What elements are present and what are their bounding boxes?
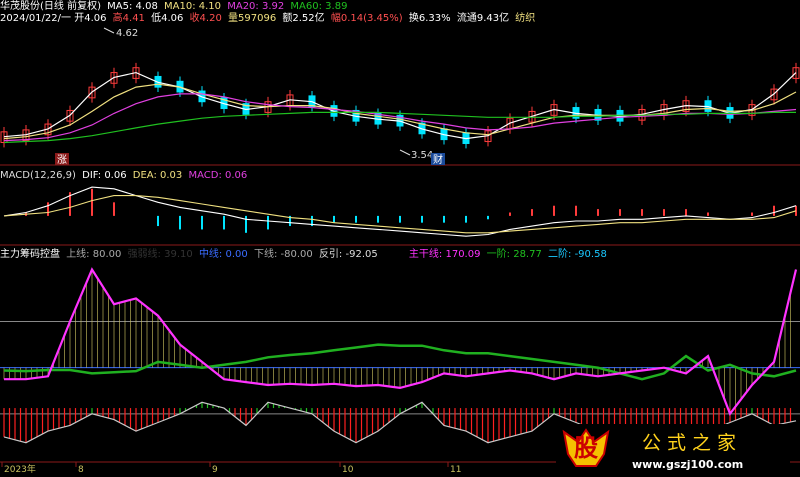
dea-label: DEA: 0.03 [132, 170, 183, 181]
stock-chart[interactable]: 4.62 3.54 涨 财 2023年 8 9 10 11 [0, 0, 800, 477]
ma5-label: MA5: 4.08 [107, 1, 158, 12]
stage2-label: 二阶: -90.58 [548, 249, 607, 260]
watermark-title: 公式之家 [642, 432, 743, 454]
x-axis-label-4: 11 [450, 465, 461, 475]
high-label: 高4.41 [112, 13, 145, 24]
ma60-label: MA60: 3.89 [290, 1, 348, 12]
low-price-label: 3.54 [411, 150, 433, 161]
macd-line-dif [3, 186, 797, 237]
cai-label: 财 [433, 153, 443, 166]
x-axis-label-3: 10 [342, 465, 354, 475]
main-line [4, 267, 798, 417]
ma10-label: MA10: 4.10 [164, 1, 222, 12]
strength-label: 强弱线: 39.10 [127, 249, 193, 260]
macd-line-dea [3, 195, 797, 234]
change-label: 幅0.14(3.45%) [330, 13, 403, 24]
main-header: 华茂股份(日线 前复权) MA5: 4.08 MA10: 4.10 MA20: … [0, 1, 350, 13]
main-line-label: 主干线: 170.09 [408, 249, 481, 260]
quote-header: 2024/01/22/一 开4.06 高4.41 低4.06 收4.20 量59… [0, 13, 538, 25]
macd-header: MACD(12,26,9) DIF: 0.06 DEA: 0.03 MACD: … [0, 170, 250, 182]
x-axis-label-1: 8 [78, 465, 84, 475]
reverse-label: 反引: -92.05 [318, 249, 378, 260]
ma20-label: MA20: 3.92 [227, 1, 285, 12]
volume-label: 量597096 [228, 13, 277, 24]
date-label: 2024/01/22/一 [0, 13, 72, 24]
watermark-url: www.gszj100.com [632, 458, 744, 471]
low-label: 低4.06 [151, 13, 184, 24]
upper-label: 上线: 80.00 [66, 249, 122, 260]
x-axis-label-0: 2023年 [4, 463, 36, 475]
macd-name: MACD(12,26,9) [0, 170, 76, 181]
x-axis-label-2: 9 [212, 465, 218, 475]
zhang-label: 涨 [57, 154, 67, 166]
open-label: 开4.06 [74, 13, 107, 24]
macd-value-label: MACD: 0.06 [188, 170, 248, 181]
ma-line-ma20 [3, 93, 797, 142]
dif-label: DIF: 0.06 [82, 170, 127, 181]
sector-label: 纺织 [515, 13, 536, 24]
indicator-name: 主力筹码控盘 [0, 249, 60, 260]
stage1-label: 一阶: 28.77 [486, 249, 542, 260]
lower-label: 下线: -80.00 [253, 249, 313, 260]
low-marker-line [399, 149, 411, 156]
float-cap-label: 流通9.43亿 [456, 13, 510, 24]
stock-title: 华茂股份(日线 前复权) [0, 1, 101, 12]
high-price-label: 4.62 [116, 28, 138, 39]
amount-label: 额2.52亿 [282, 13, 325, 24]
center-label: 中线: 0.00 [198, 249, 248, 260]
high-marker-line [103, 27, 115, 34]
logo-char: 股 [574, 433, 598, 462]
close-label: 收4.20 [189, 13, 222, 24]
turnover-label: 换6.33% [408, 13, 451, 24]
indicator-header: 主力筹码控盘 上线: 80.00 强弱线: 39.10 中线: 0.00 下线:… [0, 249, 610, 261]
